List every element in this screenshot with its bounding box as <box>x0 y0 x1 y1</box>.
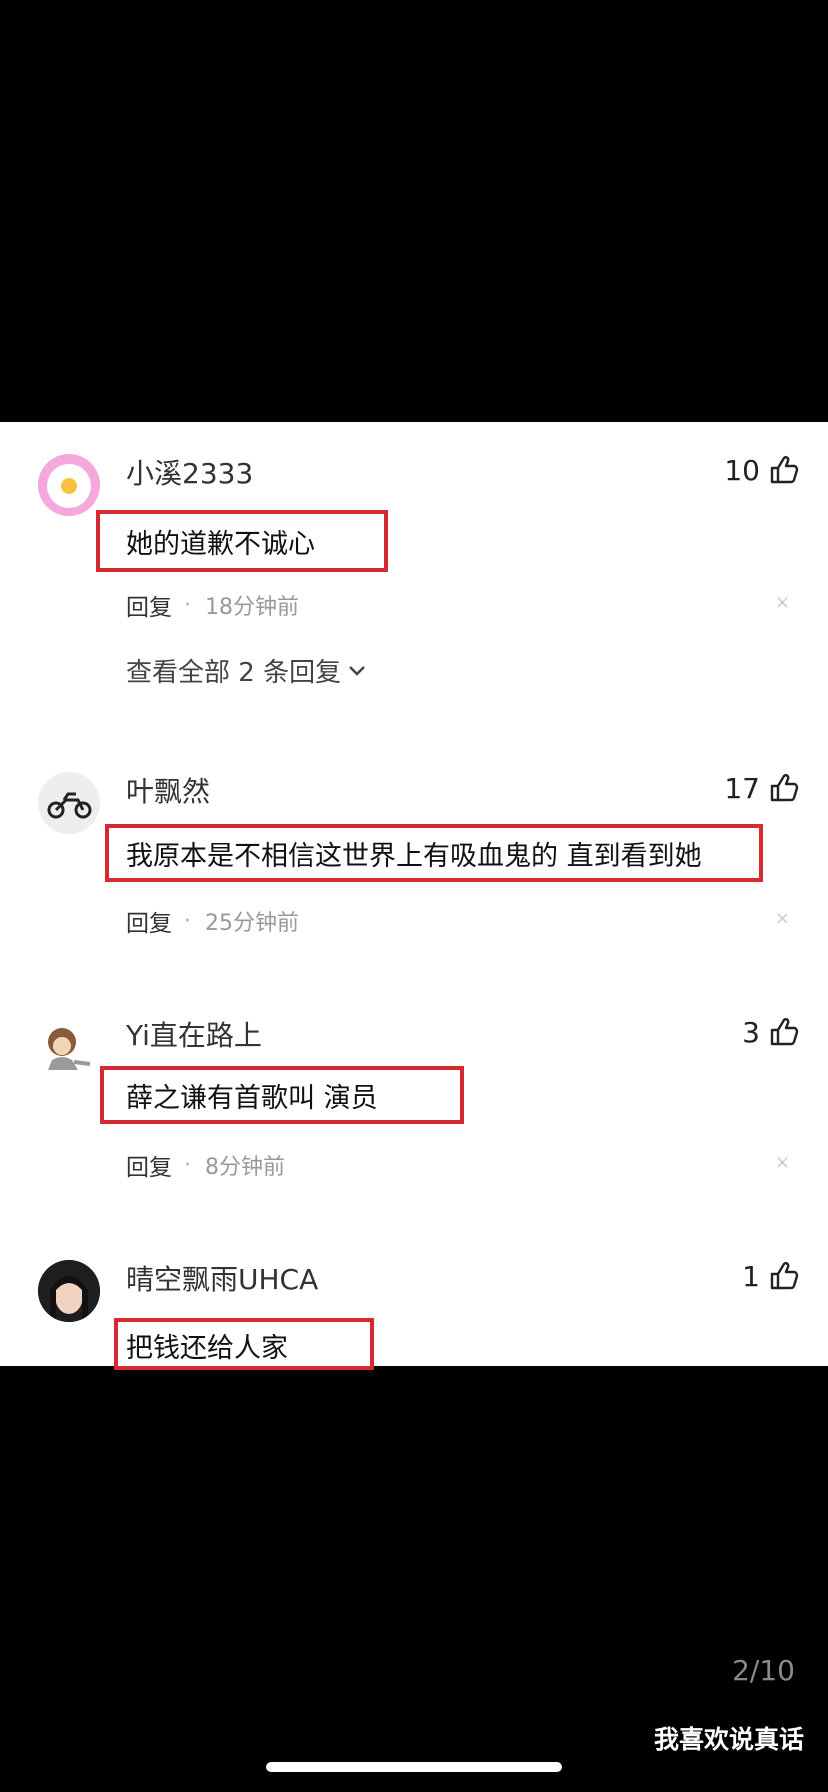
avatar[interactable] <box>38 1260 100 1322</box>
like-count: 3 <box>742 1015 760 1049</box>
like-count: 10 <box>724 453 760 487</box>
timestamp: 8分钟前 <box>205 1155 285 1180</box>
motorcycle-avatar-icon <box>38 772 100 834</box>
like-button[interactable]: 10 <box>724 450 800 490</box>
thumbs-up-icon <box>770 456 799 484</box>
avatar[interactable] <box>38 1016 100 1078</box>
avatar[interactable] <box>38 772 100 834</box>
comment-text: 我原本是不相信这世界上有吸血鬼的 直到看到她 <box>126 841 702 872</box>
like-button[interactable]: 17 <box>724 768 800 808</box>
reply-button[interactable]: 回复 <box>126 1148 172 1182</box>
comment-meta: 回复 · 25分钟前 <box>126 904 299 938</box>
reply-button[interactable]: 回复 <box>126 904 172 938</box>
thumbs-up-icon <box>770 1018 799 1046</box>
comment-meta: 回复 · 8分钟前 <box>126 1148 285 1182</box>
separator-dot: · <box>184 592 191 618</box>
comment-text: 把钱还给人家 <box>126 1333 288 1364</box>
separator-dot: · <box>184 908 191 934</box>
like-button[interactable]: 3 <box>742 1012 800 1052</box>
fried-egg-avatar-icon <box>38 454 100 516</box>
thumbs-up-icon <box>770 1262 799 1290</box>
cartoon-avatar-icon <box>38 1016 100 1078</box>
comment-text: 她的道歉不诚心 <box>126 529 315 560</box>
home-indicator[interactable] <box>266 1762 562 1772</box>
timestamp: 18分钟前 <box>205 595 299 620</box>
avatar[interactable] <box>38 454 100 516</box>
view-replies-button[interactable]: 查看全部 2 条回复 <box>126 652 367 689</box>
view-replies-label: 查看全部 2 条回复 <box>126 658 342 688</box>
chevron-down-icon <box>349 665 365 676</box>
like-count: 1 <box>742 1259 760 1293</box>
like-count: 17 <box>724 771 760 805</box>
username[interactable]: 晴空飘雨UHCA <box>126 1258 318 1298</box>
separator-dot: · <box>184 1152 191 1178</box>
comment-meta: 回复 · 18分钟前 <box>126 588 299 622</box>
like-button[interactable]: 1 <box>742 1256 800 1296</box>
timestamp: 25分钟前 <box>205 911 299 936</box>
page-counter: 2/10 <box>732 1654 795 1687</box>
watermark: 我喜欢说真话 <box>653 1725 804 1754</box>
close-icon[interactable]: × <box>775 592 790 613</box>
username[interactable]: 小溪2333 <box>126 452 253 492</box>
portrait-avatar-icon <box>38 1260 100 1322</box>
comment-text: 薛之谦有首歌叫 演员 <box>126 1083 378 1114</box>
close-icon[interactable]: × <box>775 1152 790 1173</box>
thumbs-up-icon <box>770 774 799 802</box>
reply-button[interactable]: 回复 <box>126 588 172 622</box>
close-icon[interactable]: × <box>775 908 790 929</box>
username[interactable]: 叶飘然 <box>126 770 210 810</box>
username[interactable]: Yi直在路上 <box>126 1014 262 1054</box>
comment-panel: 小溪2333 10 她的道歉不诚心 回复 · 18分钟前 × 查看全部 2 条回… <box>0 422 828 1370</box>
